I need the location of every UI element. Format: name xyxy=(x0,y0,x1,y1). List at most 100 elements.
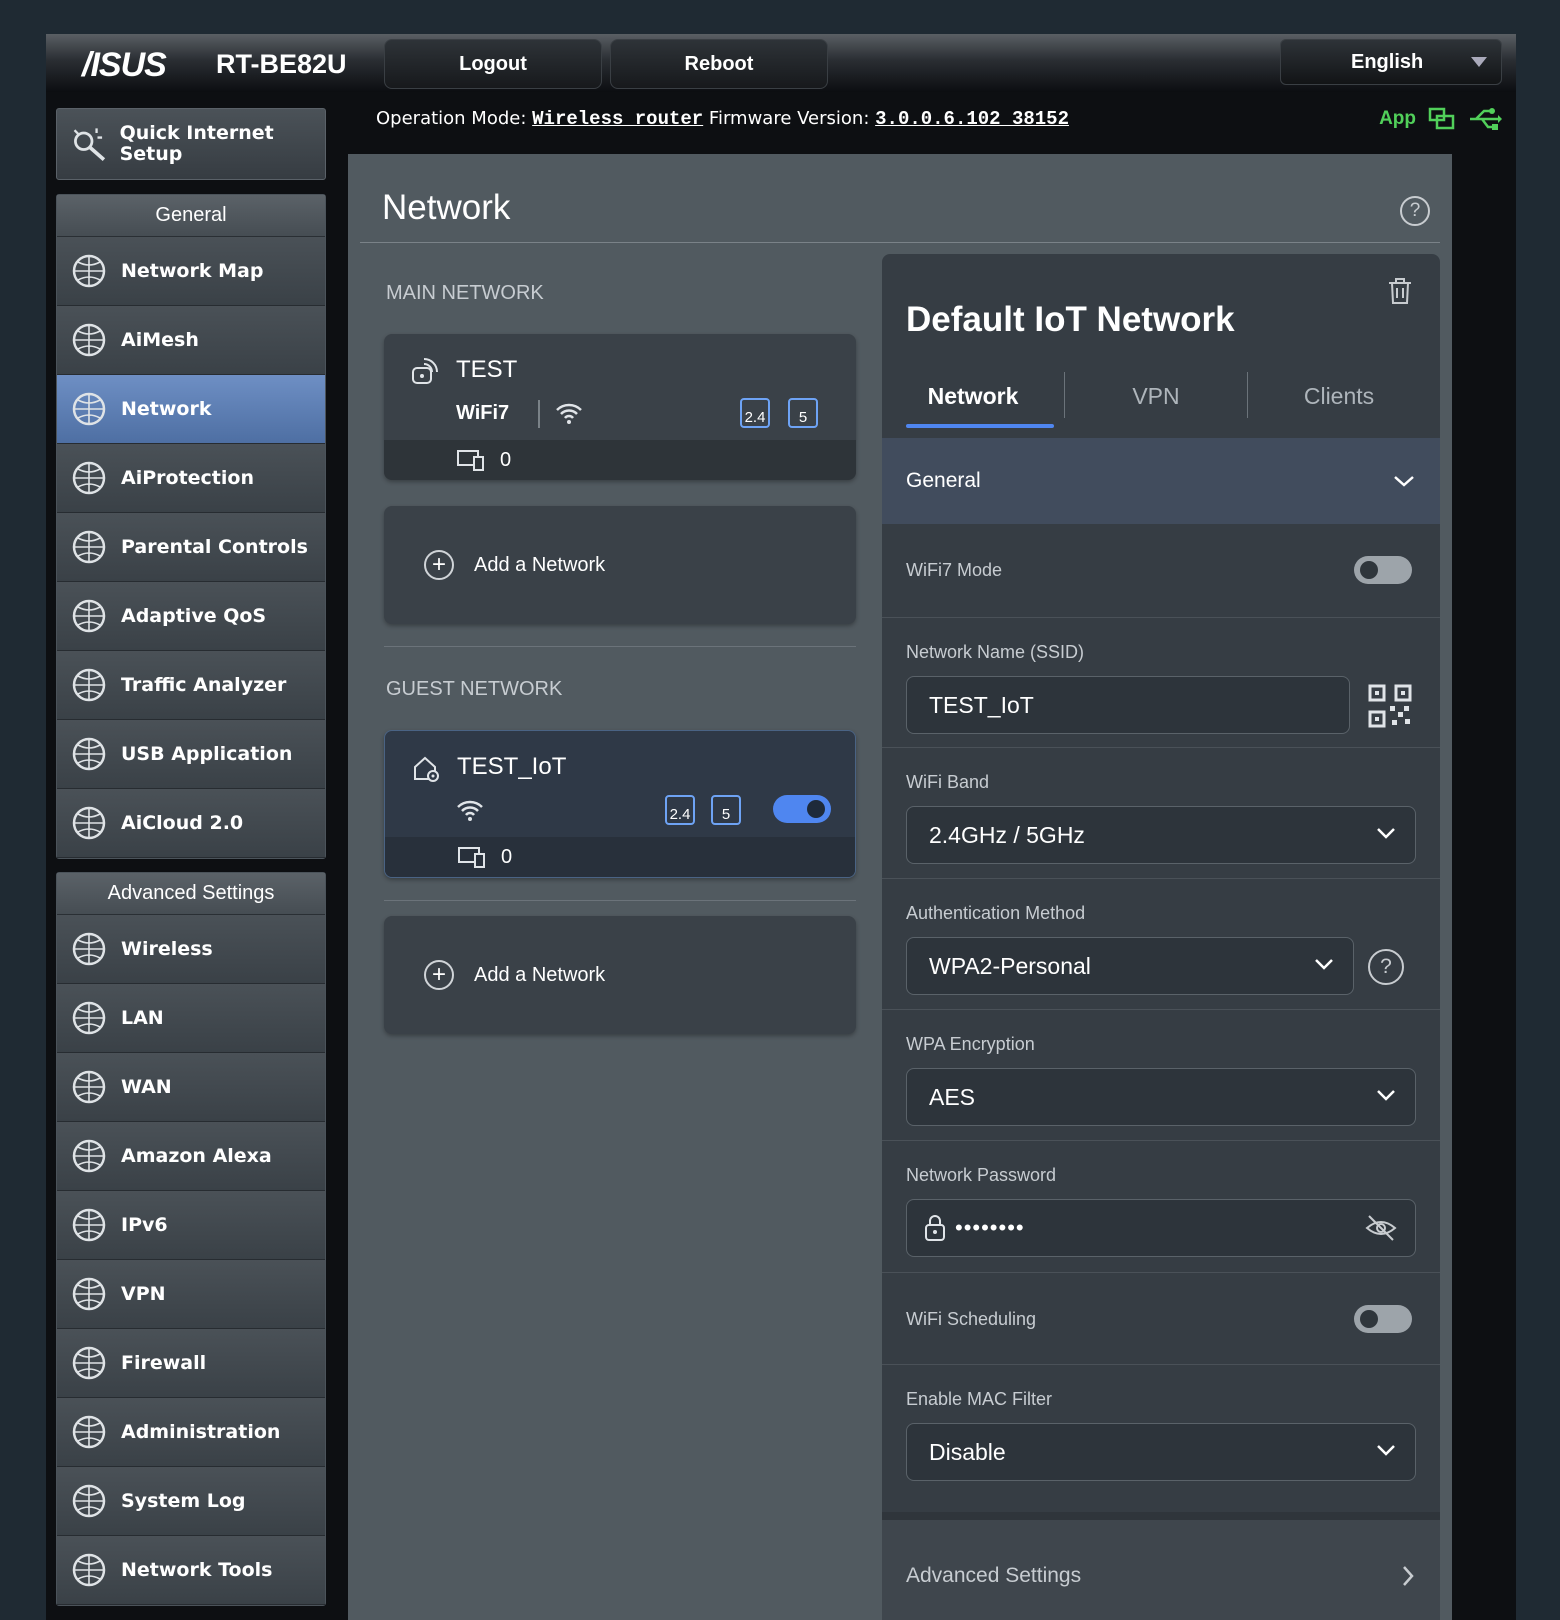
app-link[interactable]: App xyxy=(1379,108,1416,130)
wireless-icon xyxy=(67,927,111,971)
advanced-settings-label: Advanced Settings xyxy=(906,1564,1082,1587)
wifi7-mode-toggle[interactable] xyxy=(1354,556,1412,584)
tab-clients[interactable]: Clients xyxy=(1248,364,1430,428)
guest-network-toggle[interactable] xyxy=(773,795,831,823)
eye-hidden-icon[interactable] xyxy=(1365,1214,1397,1242)
sidebar-item-administration[interactable]: Administration xyxy=(57,1398,325,1467)
chevron-down-icon xyxy=(1377,828,1395,839)
language-select[interactable]: English xyxy=(1280,39,1502,85)
plus-icon: + xyxy=(424,960,454,990)
traffic-analyzer-icon xyxy=(67,663,111,707)
aicloud-icon xyxy=(67,801,111,845)
help-icon[interactable]: ? xyxy=(1368,949,1404,985)
qr-code-icon[interactable] xyxy=(1368,684,1412,728)
sidebar-item-network-map[interactable]: Network Map xyxy=(57,237,325,306)
mac-filter-select[interactable]: Disable xyxy=(906,1423,1416,1481)
ssid-input[interactable]: TEST_IoT xyxy=(906,676,1350,734)
administration-icon xyxy=(67,1410,111,1454)
section-divider xyxy=(384,900,856,901)
panel-tabs: Network VPN Clients xyxy=(882,364,1440,428)
tab-network[interactable]: Network xyxy=(882,364,1064,428)
sidebar-item-label: Firewall xyxy=(121,1352,207,1374)
general-menu: General Network Map AiMesh Network AiProtec… xyxy=(56,194,326,859)
main-network-card[interactable]: TEST WiFi7 2.4 5 0 xyxy=(384,334,856,480)
general-section-label: General xyxy=(906,469,981,492)
add-main-network-button[interactable]: + Add a Network xyxy=(384,506,856,624)
sidebar-item-wireless[interactable]: Wireless xyxy=(57,915,325,984)
adaptive-qos-icon xyxy=(67,594,111,638)
network-icon xyxy=(67,387,111,431)
advanced-settings-toggle[interactable]: Advanced Settings xyxy=(882,1512,1440,1620)
advanced-header: Advanced Settings xyxy=(57,873,325,915)
general-header: General xyxy=(57,195,325,237)
sidebar-item-firewall[interactable]: Firewall xyxy=(57,1329,325,1398)
sidebar-item-parental-controls[interactable]: Parental Controls xyxy=(57,513,325,582)
wifi-band-label: WiFi Band xyxy=(906,772,990,792)
sidebar-item-alexa[interactable]: Amazon Alexa xyxy=(57,1122,325,1191)
firmware-link[interactable]: 3.0.0.6.102_38152 xyxy=(875,108,1069,130)
op-mode-link[interactable]: Wireless router xyxy=(532,108,703,130)
tab-vpn[interactable]: VPN xyxy=(1065,364,1247,428)
sidebar-item-usb-application[interactable]: USB Application xyxy=(57,720,325,789)
chevron-down-icon xyxy=(1315,959,1333,970)
wand-icon xyxy=(73,128,106,162)
sidebar-item-network[interactable]: Network xyxy=(57,375,325,444)
aimesh-icon xyxy=(67,318,111,362)
wifi-band-row: WiFi Band 2.4GHz / 5GHz xyxy=(882,748,1440,879)
wifi-scheduling-row: WiFi Scheduling xyxy=(882,1273,1440,1365)
iot-network-panel: Default IoT Network Network VPN Clients … xyxy=(882,254,1440,1620)
wifi7-mode-row: WiFi7 Mode xyxy=(882,524,1440,618)
sidebar-item-label: LAN xyxy=(121,1007,164,1029)
ipv6-icon xyxy=(67,1203,111,1247)
sidebar-item-vpn[interactable]: VPN xyxy=(57,1260,325,1329)
sidebar-item-system-log[interactable]: System Log xyxy=(57,1467,325,1536)
main-network-clients: 0 xyxy=(384,440,856,480)
aimesh-status-icon[interactable] xyxy=(1428,106,1456,132)
trash-icon[interactable] xyxy=(1386,276,1414,306)
mac-filter-value: Disable xyxy=(929,1438,1006,1465)
sidebar-item-ipv6[interactable]: IPv6 xyxy=(57,1191,325,1260)
reboot-button[interactable]: Reboot xyxy=(610,39,828,89)
logout-button[interactable]: Logout xyxy=(384,39,602,89)
help-icon[interactable]: ? xyxy=(1400,196,1430,226)
band-24-label: 2.4 xyxy=(669,806,691,823)
guest-network-card[interactable]: TEST_IoT 2.4 5 0 xyxy=(384,730,856,878)
lock-icon xyxy=(925,1215,945,1241)
sidebar-item-lan[interactable]: LAN xyxy=(57,984,325,1053)
wpa-encryption-select[interactable]: AES xyxy=(906,1068,1416,1126)
network-tools-icon xyxy=(67,1548,111,1592)
guest-client-count: 0 xyxy=(501,845,513,868)
main-network-label: MAIN NETWORK xyxy=(386,282,544,304)
vpn-icon xyxy=(67,1272,111,1316)
wifi-band-select[interactable]: 2.4GHz / 5GHz xyxy=(906,806,1416,864)
sidebar-item-network-tools[interactable]: Network Tools xyxy=(57,1536,325,1605)
sidebar-item-label: VPN xyxy=(121,1283,166,1305)
wpa-encryption-row: WPA Encryption AES xyxy=(882,1010,1440,1141)
sidebar-item-traffic-analyzer[interactable]: Traffic Analyzer xyxy=(57,651,325,720)
sidebar-item-wan[interactable]: WAN xyxy=(57,1053,325,1122)
add-guest-network-button[interactable]: + Add a Network xyxy=(384,916,856,1034)
parental-controls-icon xyxy=(67,525,111,569)
devices-icon xyxy=(458,847,485,868)
asus-logo: /ISUS xyxy=(82,46,167,84)
status-line: Operation Mode: Wireless router Firmware… xyxy=(376,108,1069,130)
usb-status-icon[interactable] xyxy=(1468,107,1502,131)
auth-method-select[interactable]: WPA2-Personal xyxy=(906,937,1354,995)
toggle-knob xyxy=(1360,1310,1378,1328)
sidebar-item-aicloud[interactable]: AiCloud 2.0 xyxy=(57,789,325,858)
password-input[interactable]: •••••••• xyxy=(906,1199,1416,1257)
general-section-toggle[interactable]: General xyxy=(882,438,1440,524)
sidebar-item-aiprotection[interactable]: AiProtection xyxy=(57,444,325,513)
add-network-label: Add a Network xyxy=(474,963,606,986)
system-log-icon xyxy=(67,1479,111,1523)
aiprotection-icon xyxy=(67,456,111,500)
wifi-scheduling-toggle[interactable] xyxy=(1354,1305,1412,1333)
band-24-icon: 2.4 xyxy=(740,398,770,428)
band-5-label: 5 xyxy=(798,409,808,426)
quick-internet-setup-button[interactable]: Quick Internet Setup xyxy=(56,108,326,180)
sidebar-item-adaptive-qos[interactable]: Adaptive QoS xyxy=(57,582,325,651)
chevron-down-icon xyxy=(1394,476,1414,487)
band-24-label: 2.4 xyxy=(744,409,766,426)
sidebar-item-aimesh[interactable]: AiMesh xyxy=(57,306,325,375)
badge-divider xyxy=(538,400,540,428)
